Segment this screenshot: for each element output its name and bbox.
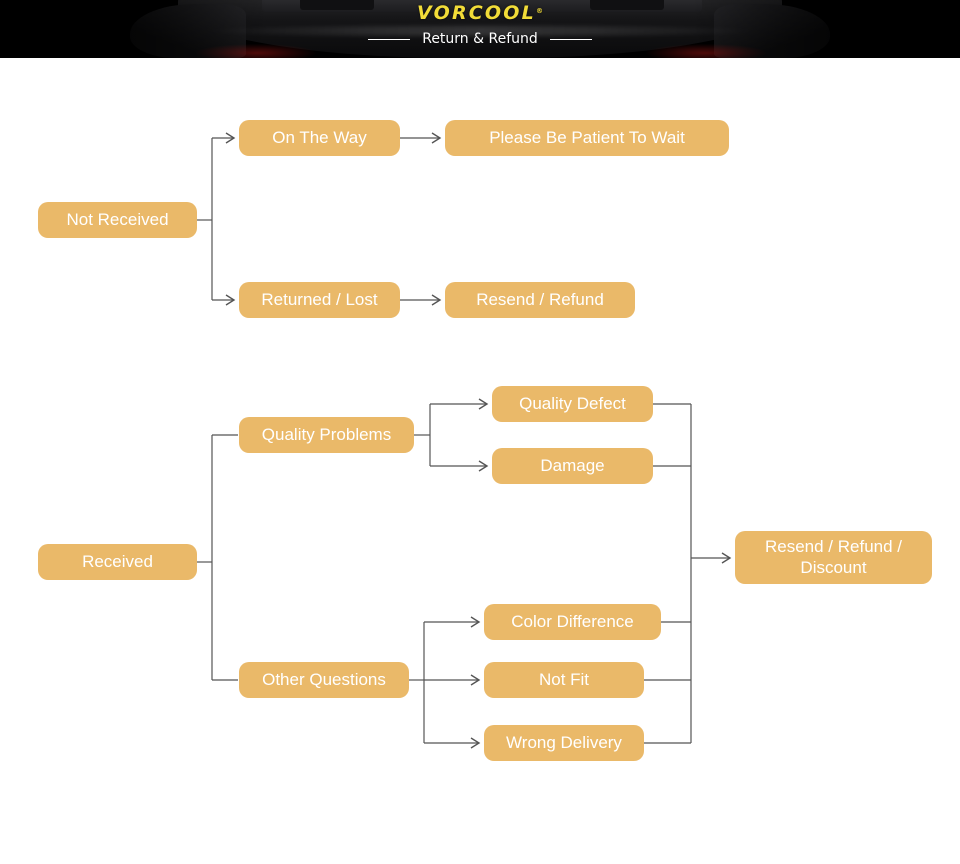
node-please-be-patient-to-wait[interactable]: Please Be Patient To Wait bbox=[445, 120, 729, 156]
node-resend-refund-discount[interactable]: Resend / Refund / Discount bbox=[735, 531, 932, 584]
banner-subtitle: Return & Refund bbox=[422, 31, 538, 47]
flowchart-connectors bbox=[197, 132, 732, 749]
registered-trademark-icon: ® bbox=[535, 6, 543, 15]
product-photo-glow-right bbox=[646, 44, 766, 58]
node-other-questions[interactable]: Other Questions bbox=[239, 662, 409, 698]
page-banner: VORCOOL® Return & Refund bbox=[0, 0, 960, 58]
node-quality-problems[interactable]: Quality Problems bbox=[239, 417, 414, 453]
product-photo-glow-left bbox=[196, 44, 316, 58]
brand-logo: VORCOOL® bbox=[0, 4, 960, 24]
node-resend-refund[interactable]: Resend / Refund bbox=[445, 282, 635, 318]
node-returned-lost[interactable]: Returned / Lost bbox=[239, 282, 400, 318]
node-wrong-delivery[interactable]: Wrong Delivery bbox=[484, 725, 644, 761]
node-received[interactable]: Received bbox=[38, 544, 197, 580]
node-color-difference[interactable]: Color Difference bbox=[484, 604, 661, 640]
flowchart-canvas: Not Received On The Way Please Be Patien… bbox=[0, 58, 960, 864]
node-quality-defect[interactable]: Quality Defect bbox=[492, 386, 653, 422]
node-not-received[interactable]: Not Received bbox=[38, 202, 197, 238]
node-damage[interactable]: Damage bbox=[492, 448, 653, 484]
node-on-the-way[interactable]: On The Way bbox=[239, 120, 400, 156]
banner-subtitle-row: Return & Refund bbox=[0, 32, 960, 46]
brand-name: VORCOOL bbox=[417, 2, 536, 24]
rule-right-decoration bbox=[549, 38, 592, 40]
node-not-fit[interactable]: Not Fit bbox=[484, 662, 644, 698]
rule-left-decoration bbox=[368, 38, 411, 40]
